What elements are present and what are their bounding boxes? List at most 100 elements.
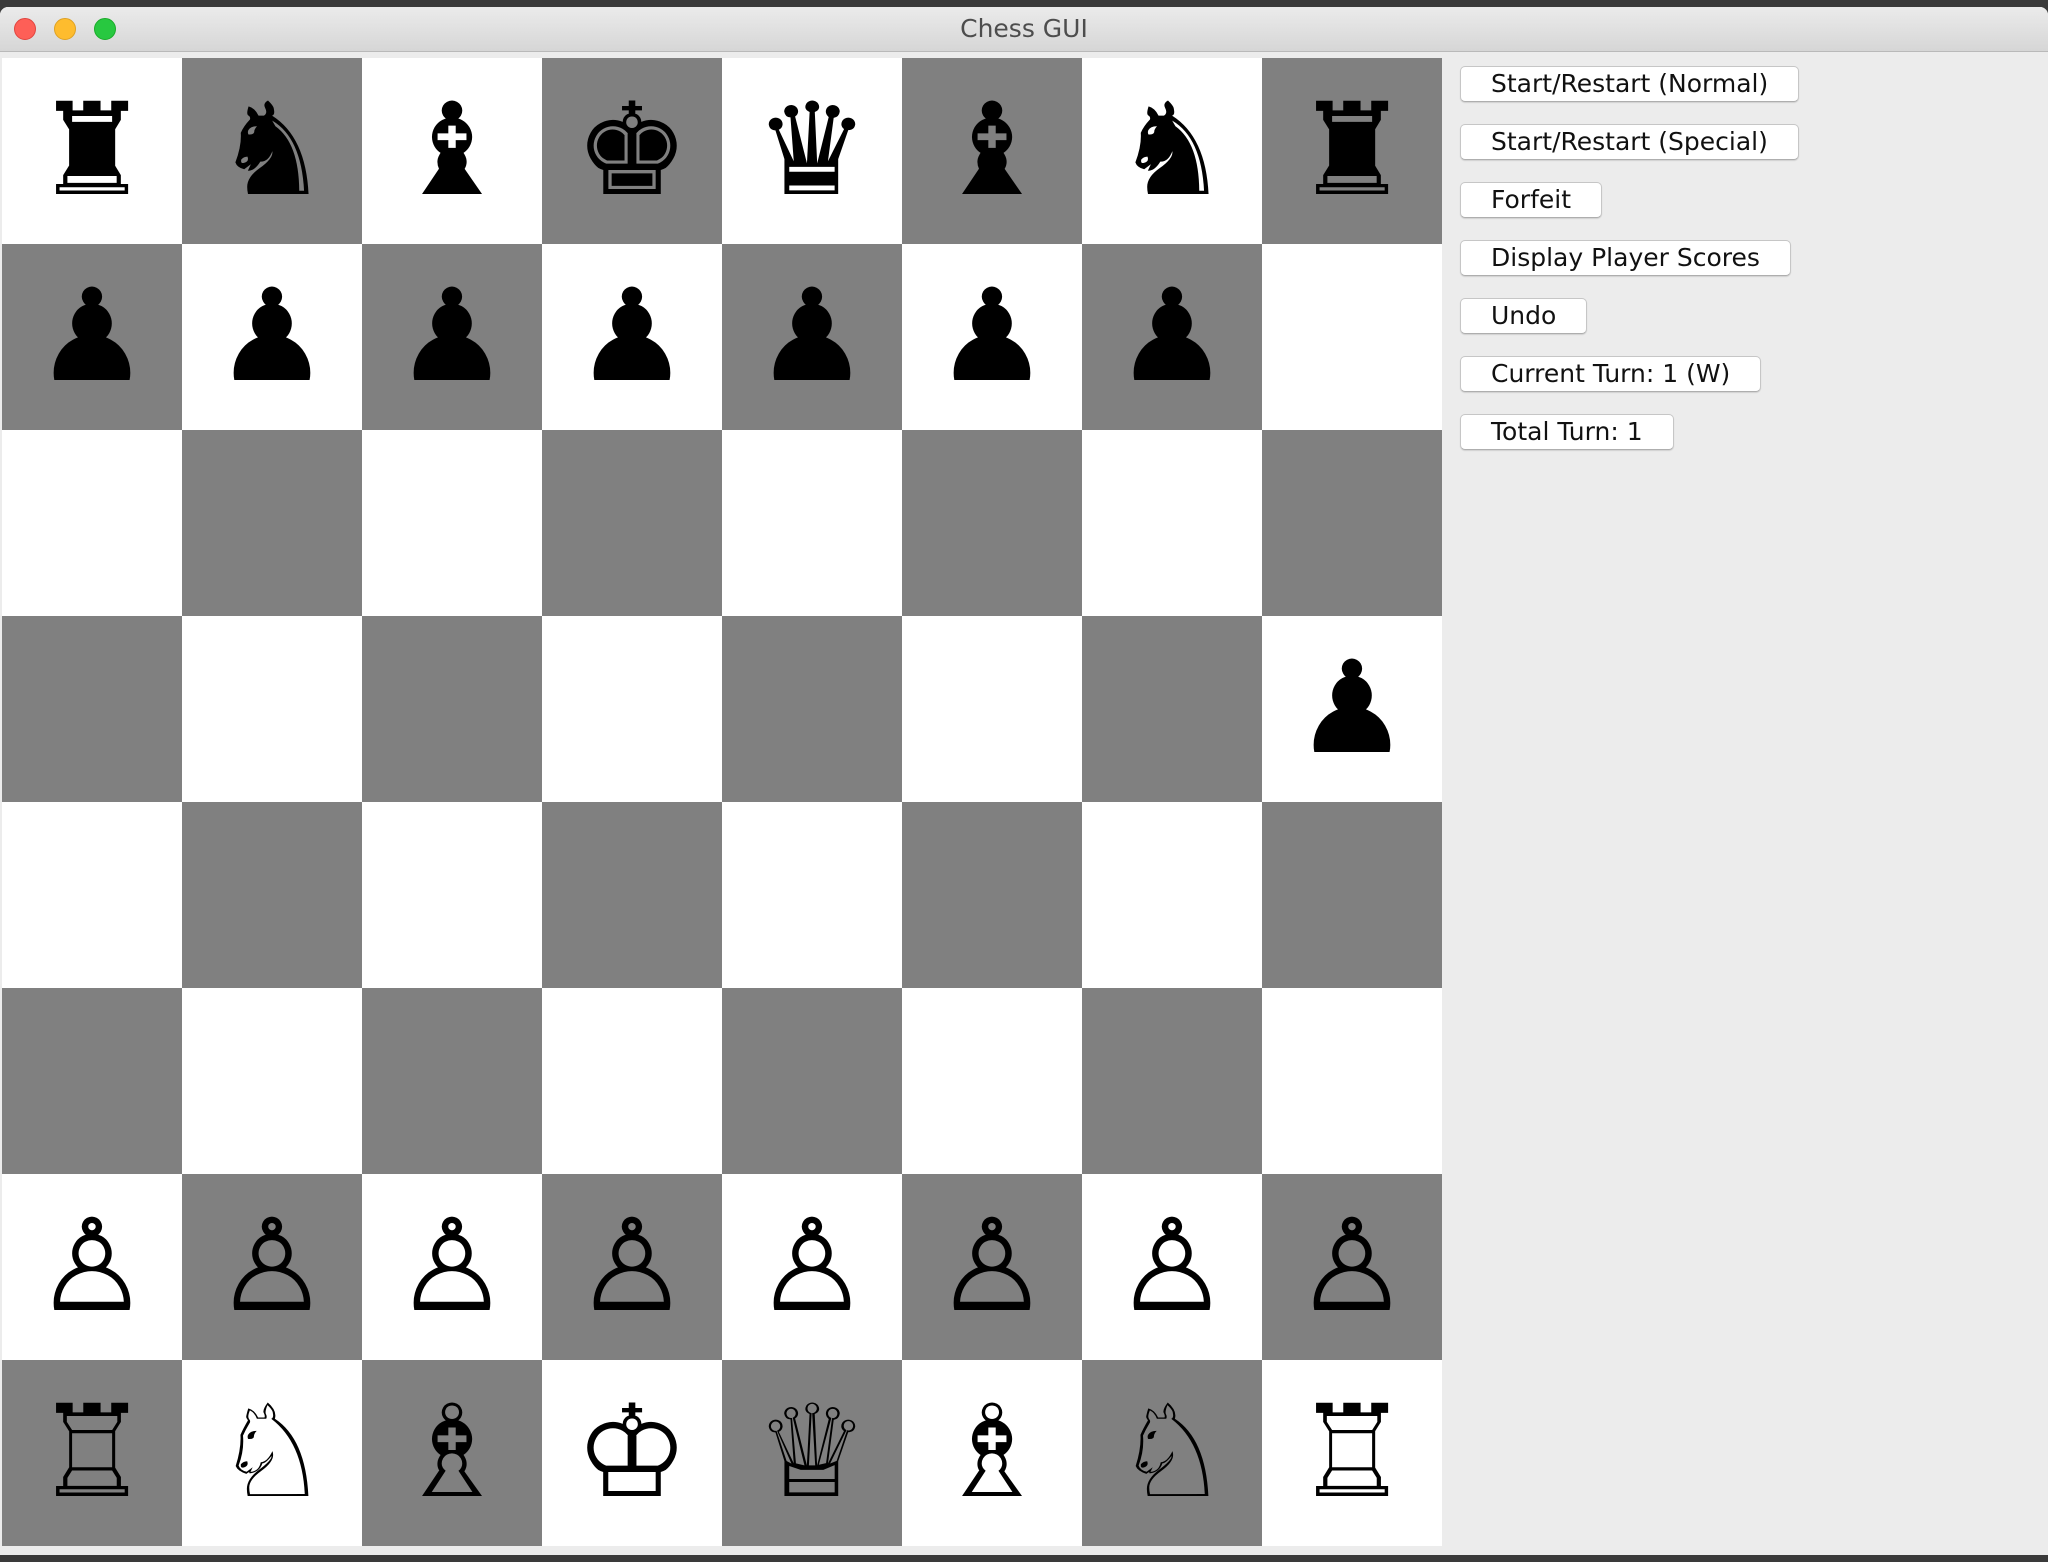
board-square-b7[interactable]: ♟ <box>182 244 362 430</box>
white-pawn-icon[interactable]: ♙ <box>575 1203 690 1331</box>
board-square-b2[interactable]: ♙ <box>182 1174 362 1360</box>
board-square-b4[interactable] <box>182 802 362 988</box>
black-knight-icon[interactable]: ♞ <box>1115 87 1230 215</box>
board-square-c8[interactable]: ♝ <box>362 58 542 244</box>
black-pawn-icon[interactable]: ♟ <box>1295 645 1410 773</box>
board-square-a7[interactable]: ♟ <box>2 244 182 430</box>
board-square-g8[interactable]: ♞ <box>1082 58 1262 244</box>
board-square-a8[interactable]: ♜ <box>2 58 182 244</box>
black-knight-icon[interactable]: ♞ <box>215 87 330 215</box>
white-king-icon[interactable]: ♔ <box>575 1389 690 1517</box>
white-pawn-icon[interactable]: ♙ <box>935 1203 1050 1331</box>
white-knight-icon[interactable]: ♘ <box>1115 1389 1230 1517</box>
board-square-g2[interactable]: ♙ <box>1082 1174 1262 1360</box>
display-player-scores-button[interactable]: Display Player Scores <box>1460 240 1791 276</box>
board-square-h7[interactable] <box>1262 244 1442 430</box>
board-square-d2[interactable]: ♙ <box>542 1174 722 1360</box>
black-queen-icon[interactable]: ♛ <box>755 87 870 215</box>
board-square-b5[interactable] <box>182 616 362 802</box>
start-restart-special-button[interactable]: Start/Restart (Special) <box>1460 124 1799 160</box>
board-square-c3[interactable] <box>362 988 542 1174</box>
board-square-f6[interactable] <box>902 430 1082 616</box>
black-pawn-icon[interactable]: ♟ <box>755 273 870 401</box>
board-square-d8[interactable]: ♚ <box>542 58 722 244</box>
board-square-f2[interactable]: ♙ <box>902 1174 1082 1360</box>
board-square-c7[interactable]: ♟ <box>362 244 542 430</box>
board-square-a6[interactable] <box>2 430 182 616</box>
black-bishop-icon[interactable]: ♝ <box>935 87 1050 215</box>
white-queen-icon[interactable]: ♕ <box>755 1389 870 1517</box>
board-square-d5[interactable] <box>542 616 722 802</box>
white-bishop-icon[interactable]: ♗ <box>935 1389 1050 1517</box>
board-square-b8[interactable]: ♞ <box>182 58 362 244</box>
board-square-g1[interactable]: ♘ <box>1082 1360 1262 1546</box>
board-square-b1[interactable]: ♘ <box>182 1360 362 1546</box>
black-king-icon[interactable]: ♚ <box>575 87 690 215</box>
board-square-d7[interactable]: ♟ <box>542 244 722 430</box>
board-square-e8[interactable]: ♛ <box>722 58 902 244</box>
board-square-h4[interactable] <box>1262 802 1442 988</box>
board-square-e2[interactable]: ♙ <box>722 1174 902 1360</box>
black-bishop-icon[interactable]: ♝ <box>395 87 510 215</box>
white-pawn-icon[interactable]: ♙ <box>1115 1203 1230 1331</box>
board-square-a2[interactable]: ♙ <box>2 1174 182 1360</box>
undo-button[interactable]: Undo <box>1460 298 1588 334</box>
board-square-h8[interactable]: ♜ <box>1262 58 1442 244</box>
board-square-d3[interactable] <box>542 988 722 1174</box>
board-square-f1[interactable]: ♗ <box>902 1360 1082 1546</box>
board-square-d1[interactable]: ♔ <box>542 1360 722 1546</box>
board-square-f3[interactable] <box>902 988 1082 1174</box>
black-pawn-icon[interactable]: ♟ <box>935 273 1050 401</box>
board-square-a3[interactable] <box>2 988 182 1174</box>
black-pawn-icon[interactable]: ♟ <box>1115 273 1230 401</box>
board-square-g6[interactable] <box>1082 430 1262 616</box>
title-bar[interactable]: Chess GUI <box>0 7 2048 52</box>
board-square-e6[interactable] <box>722 430 902 616</box>
white-pawn-icon[interactable]: ♙ <box>395 1203 510 1331</box>
board-square-h6[interactable] <box>1262 430 1442 616</box>
white-rook-icon[interactable]: ♖ <box>1295 1389 1410 1517</box>
board-square-b3[interactable] <box>182 988 362 1174</box>
board-square-g7[interactable]: ♟ <box>1082 244 1262 430</box>
total-turn-button[interactable]: Total Turn: 1 <box>1460 414 1674 450</box>
board-square-d4[interactable] <box>542 802 722 988</box>
board-square-e4[interactable] <box>722 802 902 988</box>
board-square-f5[interactable] <box>902 616 1082 802</box>
board-square-h2[interactable]: ♙ <box>1262 1174 1442 1360</box>
black-rook-icon[interactable]: ♜ <box>1295 87 1410 215</box>
board-square-h1[interactable]: ♖ <box>1262 1360 1442 1546</box>
white-pawn-icon[interactable]: ♙ <box>35 1203 150 1331</box>
board-square-e1[interactable]: ♕ <box>722 1360 902 1546</box>
board-square-b6[interactable] <box>182 430 362 616</box>
board-square-h5[interactable]: ♟ <box>1262 616 1442 802</box>
current-turn-button[interactable]: Current Turn: 1 (W) <box>1460 356 1762 392</box>
board-square-a5[interactable] <box>2 616 182 802</box>
board-square-d6[interactable] <box>542 430 722 616</box>
board-square-f8[interactable]: ♝ <box>902 58 1082 244</box>
board-square-c2[interactable]: ♙ <box>362 1174 542 1360</box>
white-bishop-icon[interactable]: ♗ <box>395 1389 510 1517</box>
board-square-e7[interactable]: ♟ <box>722 244 902 430</box>
black-rook-icon[interactable]: ♜ <box>35 87 150 215</box>
board-square-c1[interactable]: ♗ <box>362 1360 542 1546</box>
white-pawn-icon[interactable]: ♙ <box>1295 1203 1410 1331</box>
board-square-f7[interactable]: ♟ <box>902 244 1082 430</box>
start-restart-normal-button[interactable]: Start/Restart (Normal) <box>1460 66 1800 102</box>
white-rook-icon[interactable]: ♖ <box>35 1389 150 1517</box>
white-pawn-icon[interactable]: ♙ <box>755 1203 870 1331</box>
board-square-h3[interactable] <box>1262 988 1442 1174</box>
board-square-a4[interactable] <box>2 802 182 988</box>
black-pawn-icon[interactable]: ♟ <box>215 273 330 401</box>
white-knight-icon[interactable]: ♘ <box>215 1389 330 1517</box>
white-pawn-icon[interactable]: ♙ <box>215 1203 330 1331</box>
board-square-c5[interactable] <box>362 616 542 802</box>
black-pawn-icon[interactable]: ♟ <box>395 273 510 401</box>
forfeit-button[interactable]: Forfeit <box>1460 182 1602 218</box>
board-square-e5[interactable] <box>722 616 902 802</box>
board-square-f4[interactable] <box>902 802 1082 988</box>
board-square-g4[interactable] <box>1082 802 1262 988</box>
black-pawn-icon[interactable]: ♟ <box>35 273 150 401</box>
board-square-e3[interactable] <box>722 988 902 1174</box>
board-square-c6[interactable] <box>362 430 542 616</box>
board-square-g5[interactable] <box>1082 616 1262 802</box>
